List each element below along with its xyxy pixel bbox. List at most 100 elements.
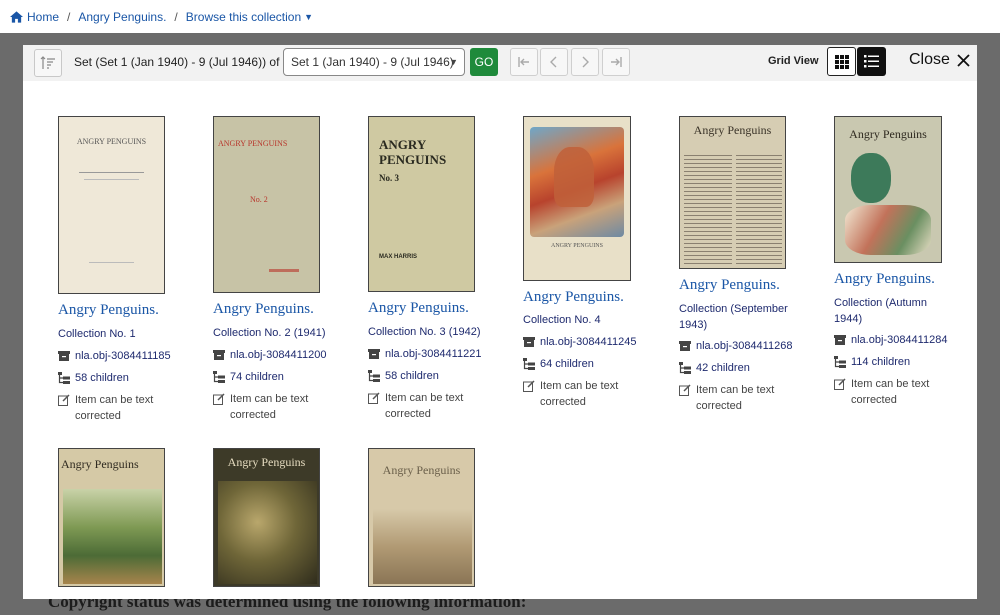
item-thumbnail[interactable]: ANGRY PENGUINS <box>58 116 165 294</box>
item-children-text: 58 children <box>385 370 439 382</box>
item-id: nla.obj-3084411185 <box>58 348 188 364</box>
list-icon <box>864 55 879 68</box>
item-title[interactable]: Angry Penguins. <box>368 300 469 317</box>
collection-item[interactable]: ANGRY PENGUINS Angry Penguins. Collectio… <box>523 116 673 436</box>
edit-icon <box>834 378 846 390</box>
item-text-corrected: Item can be text corrected <box>213 391 343 423</box>
edit-icon <box>523 380 535 392</box>
breadcrumb-collection[interactable]: Angry Penguins. <box>78 10 166 24</box>
collection-item[interactable]: Angry Penguins <box>368 448 518 588</box>
edit-icon <box>213 393 225 405</box>
cover-title: Angry Penguins <box>61 457 139 471</box>
item-thumbnail[interactable]: Angry Penguins <box>368 448 475 587</box>
item-subtitle: Collection No. 2 (1941) <box>213 327 326 339</box>
collection-item[interactable]: ANGRY PENGUINS No. 2 Angry Penguins. Col… <box>213 116 363 436</box>
collection-item[interactable]: Angry Penguins Angry Penguins. Collectio… <box>834 116 977 436</box>
modal-toolbar: Set (Set 1 (Jan 1940) - 9 (Jul 1946)) of… <box>23 45 977 81</box>
collection-item[interactable]: Angry Penguins Angry Penguins. Collectio… <box>679 116 829 436</box>
item-children-text: 42 children <box>696 362 750 374</box>
item-children: 114 children <box>834 354 964 370</box>
hierarchy-icon <box>679 362 691 374</box>
sort-button[interactable] <box>34 49 62 77</box>
item-title[interactable]: Angry Penguins. <box>523 289 624 306</box>
item-id: nla.obj-3084411284 <box>834 332 964 348</box>
item-thumbnail[interactable]: Angry Penguins <box>213 448 320 587</box>
item-thumbnail[interactable]: Angry Penguins <box>834 116 942 263</box>
sort-icon <box>40 56 55 69</box>
item-thumbnail[interactable]: ANGRY PENGUINS No. 3 MAX HARRIS <box>368 116 475 292</box>
archive-box-icon <box>213 350 225 360</box>
last-page-button[interactable] <box>602 48 630 76</box>
item-id-text: nla.obj-3084411221 <box>385 348 482 360</box>
hierarchy-icon <box>58 372 70 384</box>
item-subtitle: Collection (Autumn 1944) <box>834 297 927 325</box>
cover-title: ANGRY PENGUINS <box>551 243 603 249</box>
close-icon <box>957 53 970 67</box>
item-subtitle: Collection No. 1 <box>58 328 136 340</box>
item-thumbnail[interactable]: ANGRY PENGUINS No. 2 <box>213 116 320 293</box>
item-text-corrected-text: Item can be text corrected <box>385 392 464 420</box>
archive-box-icon <box>523 337 535 347</box>
collection-item[interactable]: Angry Penguins <box>58 448 208 588</box>
cover-title: Angry Penguins <box>849 127 927 141</box>
browse-collection-modal: Set (Set 1 (Jan 1940) - 9 (Jul 1946)) of… <box>23 45 977 599</box>
set-select[interactable]: Set 1 (Jan 1940) - 9 (Jul 1946) ▼ <box>283 48 465 76</box>
chevron-right-icon <box>582 56 589 68</box>
go-button[interactable]: GO <box>470 48 498 76</box>
item-id-text: nla.obj-3084411284 <box>851 334 948 346</box>
breadcrumb-separator: / <box>174 9 178 24</box>
item-text-corrected: Item can be text corrected <box>834 376 964 408</box>
browse-collection-dropdown[interactable]: Browse this collection ▼ <box>186 10 313 24</box>
cover-title: ANGRY PENGUINS <box>379 137 447 167</box>
item-id-text: nla.obj-3084411245 <box>540 336 637 348</box>
cover-title: Angry Penguins <box>382 463 461 477</box>
hierarchy-icon <box>834 356 846 368</box>
collection-item[interactable]: ANGRY PENGUINS Angry Penguins. Collectio… <box>58 116 208 436</box>
close-label: Close <box>909 51 950 68</box>
item-text-corrected: Item can be text corrected <box>523 378 653 410</box>
item-children: 64 children <box>523 356 653 372</box>
last-page-icon <box>611 57 622 67</box>
browse-collection-label: Browse this collection <box>185 9 302 24</box>
item-id-text: nla.obj-3084411185 <box>75 350 171 362</box>
item-children: 42 children <box>679 360 809 376</box>
first-page-button[interactable] <box>510 48 538 76</box>
hierarchy-icon <box>368 370 380 382</box>
breadcrumb-home[interactable]: Home <box>10 10 59 24</box>
item-children: 58 children <box>368 368 498 384</box>
item-thumbnail[interactable]: Angry Penguins <box>58 448 165 587</box>
item-id-text: nla.obj-3084411200 <box>230 349 327 361</box>
item-subtitle: Collection (September 1943) <box>679 303 788 331</box>
item-thumbnail[interactable]: Angry Penguins <box>679 116 786 269</box>
item-text-corrected-text: Item can be text corrected <box>230 393 309 421</box>
item-children: 58 children <box>58 370 188 386</box>
item-text-corrected-text: Item can be text corrected <box>540 380 619 408</box>
item-text-corrected-text: Item can be text corrected <box>696 384 775 412</box>
item-text-corrected: Item can be text corrected <box>679 382 809 414</box>
breadcrumb-home-label: Home <box>27 9 60 24</box>
previous-page-button[interactable] <box>540 48 568 76</box>
item-title[interactable]: Angry Penguins. <box>213 301 314 318</box>
hierarchy-icon <box>213 371 225 383</box>
edit-icon <box>58 394 70 406</box>
archive-box-icon <box>679 341 691 351</box>
item-title[interactable]: Angry Penguins. <box>58 302 159 319</box>
item-text-corrected: Item can be text corrected <box>368 390 498 422</box>
grid-view-button[interactable] <box>827 47 856 76</box>
item-title[interactable]: Angry Penguins. <box>834 271 935 288</box>
item-children-text: 64 children <box>540 358 594 370</box>
item-thumbnail[interactable]: ANGRY PENGUINS <box>523 116 631 281</box>
archive-box-icon <box>368 349 380 359</box>
collection-item[interactable]: ANGRY PENGUINS No. 3 MAX HARRIS Angry Pe… <box>368 116 518 436</box>
list-view-button[interactable] <box>857 47 886 76</box>
close-button[interactable]: Close <box>909 51 970 69</box>
set-label: Set (Set 1 (Jan 1940) - 9 (Jul 1946)) of… <box>74 55 290 69</box>
cover-title: Angry Penguins <box>693 123 772 137</box>
next-page-button[interactable] <box>571 48 599 76</box>
item-title[interactable]: Angry Penguins. <box>679 277 780 294</box>
item-subtitle: Collection No. 3 (1942) <box>368 326 481 338</box>
item-id-text: nla.obj-3084411268 <box>696 340 793 352</box>
first-page-icon <box>518 57 529 67</box>
collection-item[interactable]: Angry Penguins <box>213 448 363 588</box>
item-id: nla.obj-3084411268 <box>679 338 809 354</box>
